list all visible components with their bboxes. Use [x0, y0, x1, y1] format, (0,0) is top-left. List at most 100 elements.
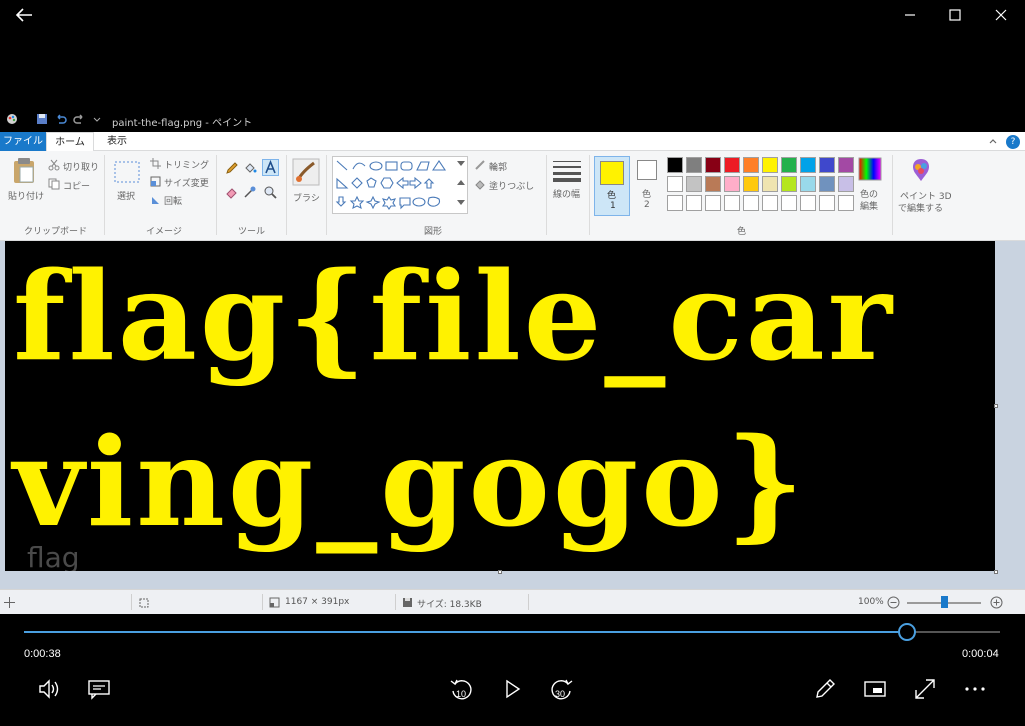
palette-swatch[interactable]: [667, 176, 683, 192]
palette-swatch[interactable]: [762, 157, 778, 173]
resize-handle-right[interactable]: [994, 404, 998, 408]
cut-label[interactable]: 切り取り: [63, 160, 99, 173]
save-icon[interactable]: [36, 113, 48, 125]
palette-swatch[interactable]: [800, 157, 816, 173]
shape-outline-label[interactable]: 輪郭: [489, 160, 507, 173]
color2-swatch[interactable]: [637, 160, 657, 180]
line-width-label[interactable]: 線の幅: [553, 187, 580, 200]
color1-selector[interactable]: 色 1: [594, 156, 630, 216]
select-label[interactable]: 選択: [117, 189, 135, 202]
ribbon-divider: [286, 155, 287, 235]
paint3d-icon[interactable]: [909, 157, 933, 183]
palette-swatch[interactable]: [781, 157, 797, 173]
mini-view-icon[interactable]: [862, 676, 888, 702]
palette-swatch[interactable]: [743, 195, 759, 211]
palette-swatch[interactable]: [781, 176, 797, 192]
undo-icon[interactable]: [55, 113, 67, 125]
canvas[interactable]: flag{file_car ving_gogo} flag: [5, 241, 995, 571]
fill-bucket-icon[interactable]: [243, 161, 257, 175]
fullscreen-icon[interactable]: [912, 676, 938, 702]
color-picker-icon[interactable]: [243, 185, 257, 199]
text-tool-icon[interactable]: [262, 159, 279, 176]
palette-swatch[interactable]: [667, 157, 683, 173]
select-icon[interactable]: [114, 161, 140, 183]
palette-swatch[interactable]: [667, 195, 683, 211]
brush-icon[interactable]: [292, 158, 320, 186]
outline-icon[interactable]: [474, 159, 486, 171]
edit-colors-icon[interactable]: [858, 157, 882, 181]
resize-handle-corner[interactable]: [994, 570, 998, 574]
palette-swatch[interactable]: [762, 195, 778, 211]
paste-label[interactable]: 貼り付け: [8, 189, 44, 202]
palette-swatch[interactable]: [705, 195, 721, 211]
palette-swatch[interactable]: [838, 176, 854, 192]
volume-icon[interactable]: [36, 676, 62, 702]
crop-label[interactable]: トリミング: [164, 158, 209, 171]
pencil-icon[interactable]: [225, 161, 239, 175]
palette-swatch[interactable]: [800, 195, 816, 211]
maximize-icon[interactable]: [945, 5, 965, 25]
palette-swatch[interactable]: [819, 157, 835, 173]
close-icon[interactable]: [991, 5, 1011, 25]
palette-swatch[interactable]: [724, 195, 740, 211]
copy-icon[interactable]: [48, 178, 60, 190]
palette-swatch[interactable]: [724, 157, 740, 173]
shapes-gallery[interactable]: [332, 156, 468, 214]
palette-swatch[interactable]: [800, 176, 816, 192]
zoom-slider-thumb[interactable]: [941, 596, 948, 608]
rotate-icon[interactable]: [150, 194, 161, 205]
palette-swatch[interactable]: [705, 157, 721, 173]
zoom-out-icon[interactable]: [887, 596, 900, 609]
skip-forward-icon[interactable]: 30: [549, 676, 575, 702]
help-button[interactable]: ?: [1006, 135, 1020, 149]
palette-swatch[interactable]: [686, 157, 702, 173]
tab-home[interactable]: ホーム: [46, 132, 94, 151]
palette-swatch[interactable]: [819, 195, 835, 211]
zoom-in-icon[interactable]: [990, 596, 1003, 609]
magnifier-icon[interactable]: [263, 185, 277, 199]
cursor-position-icon: [4, 597, 15, 608]
tab-view[interactable]: 表示: [96, 132, 138, 151]
resize-handle-bottom[interactable]: [498, 570, 502, 574]
tab-file[interactable]: ファイル: [0, 132, 46, 151]
redo-icon[interactable]: [73, 113, 85, 125]
more-options-icon[interactable]: [962, 676, 988, 702]
palette-swatch[interactable]: [743, 176, 759, 192]
image-dimensions: 1167 × 391px: [285, 597, 350, 607]
shape-fill-label[interactable]: 塗りつぶし: [489, 179, 534, 192]
seek-thumb[interactable]: [898, 623, 917, 641]
palette-swatch[interactable]: [838, 157, 854, 173]
edit-colors-label-line2[interactable]: 編集: [860, 199, 878, 212]
rotate-label[interactable]: 回転: [164, 194, 182, 207]
shape-fill-icon[interactable]: [474, 178, 486, 190]
paste-icon[interactable]: [12, 157, 36, 185]
crop-icon[interactable]: [150, 158, 161, 169]
eraser-icon[interactable]: [225, 185, 239, 199]
minimize-icon[interactable]: [900, 5, 920, 25]
copy-label[interactable]: コピー: [63, 179, 90, 192]
palette-swatch[interactable]: [705, 176, 721, 192]
brush-label[interactable]: ブラシ: [293, 191, 320, 204]
play-icon[interactable]: [499, 676, 525, 702]
line-width-icon[interactable]: [553, 160, 581, 182]
resize-icon[interactable]: [150, 176, 161, 187]
subtitles-icon[interactable]: [86, 676, 112, 702]
cut-icon[interactable]: [48, 159, 60, 171]
pen-icon[interactable]: [812, 676, 838, 702]
paint3d-label-line2[interactable]: で編集する: [898, 201, 943, 214]
customize-quick-access-icon[interactable]: [91, 113, 103, 125]
palette-swatch[interactable]: [781, 195, 797, 211]
skip-back-icon[interactable]: 10: [448, 676, 474, 702]
resize-label[interactable]: サイズ変更: [164, 176, 209, 189]
palette-swatch[interactable]: [743, 157, 759, 173]
palette-swatch[interactable]: [838, 195, 854, 211]
palette-swatch[interactable]: [762, 176, 778, 192]
palette-swatch[interactable]: [686, 195, 702, 211]
palette-swatch[interactable]: [819, 176, 835, 192]
palette-swatch[interactable]: [724, 176, 740, 192]
palette-swatch[interactable]: [686, 176, 702, 192]
seek-bar[interactable]: [24, 623, 1000, 641]
arrow-left-icon[interactable]: [14, 6, 34, 24]
chevron-up-icon[interactable]: [988, 136, 998, 146]
flag-text-line2: ving_gogo}: [13, 410, 808, 554]
